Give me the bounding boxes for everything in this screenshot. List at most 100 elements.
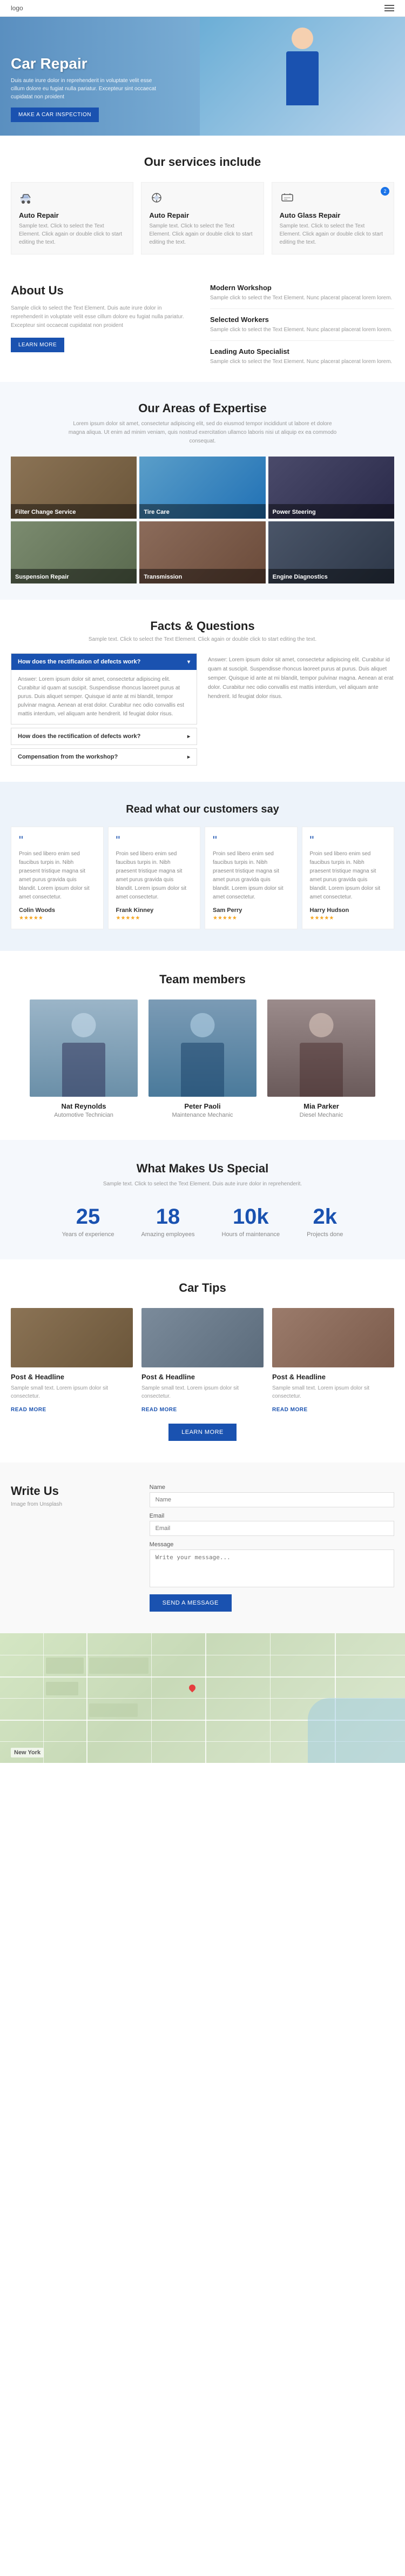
write-us-section: Write Us Image from Unsplash Name Email … bbox=[0, 1463, 405, 1633]
faq-answer-text-0: Answer: Lorem ipsum dolor sit amet, cons… bbox=[18, 675, 190, 719]
expertise-section: Our Areas of Expertise Lorem ipsum dolor… bbox=[0, 382, 405, 600]
team-name-0: Nat Reynolds bbox=[30, 1102, 138, 1110]
hero-cta-button[interactable]: MAKE A CAR INSPECTION bbox=[11, 108, 99, 122]
testimonial-author-1: Frank Kinney bbox=[116, 907, 193, 914]
tip-image-0 bbox=[11, 1308, 133, 1367]
expertise-card-5[interactable]: Engine Diagnostics bbox=[268, 521, 394, 583]
stat-number-2: 10k bbox=[222, 1205, 280, 1229]
testimonial-card-1: " Proin sed libero enim sed faucibus tur… bbox=[108, 827, 201, 929]
services-section: Our services include Auto Repair Sample … bbox=[0, 136, 405, 271]
write-subtitle: Image from Unsplash bbox=[11, 1501, 133, 1507]
faq-chevron-0: ▾ bbox=[187, 659, 190, 665]
tips-more-button[interactable]: LEARN MORE bbox=[168, 1424, 237, 1441]
tip-text-1: Sample small text. Lorem ipsum dolor sit… bbox=[141, 1384, 264, 1400]
write-right: Name Email Message SEND A MESSAGE bbox=[150, 1484, 394, 1612]
testimonial-stars-3: ★★★★★ bbox=[310, 915, 387, 921]
stat-number-1: 18 bbox=[141, 1205, 194, 1229]
tip-link-1[interactable]: READ MORE bbox=[141, 1407, 177, 1413]
team-role-1: Maintenance Mechanic bbox=[148, 1112, 256, 1118]
service-card-0: Auto Repair Sample text. Click to select… bbox=[11, 182, 133, 254]
faq-item-2: Compensation from the workshop? ▸ bbox=[11, 748, 197, 766]
quote-icon-0: " bbox=[19, 835, 96, 847]
faq-left: How does the rectification of defects wo… bbox=[11, 653, 197, 766]
about-item-0: Modern Workshop Sample click to select t… bbox=[210, 284, 394, 309]
about-item-text-0: Sample click to select the Text Element.… bbox=[210, 294, 394, 302]
faq-question-2: Compensation from the workshop? bbox=[18, 754, 118, 760]
map-section: New York bbox=[0, 1633, 405, 1763]
about-item-text-1: Sample click to select the Text Element.… bbox=[210, 326, 394, 334]
form-message-textarea[interactable] bbox=[150, 1549, 394, 1587]
form-email-input[interactable] bbox=[150, 1521, 394, 1536]
about-item-2: Leading Auto Specialist Sample click to … bbox=[210, 347, 394, 366]
expertise-grid: Filter Change Service Tire Care Power St… bbox=[11, 457, 394, 583]
service-icon-0 bbox=[19, 190, 125, 207]
expertise-card-1[interactable]: Tire Care bbox=[139, 457, 265, 519]
about-section: About Us Sample click to select the Text… bbox=[0, 271, 405, 382]
stat-label-3: Projects done bbox=[307, 1231, 343, 1238]
stat-label-1: Amazing employees bbox=[141, 1231, 194, 1238]
expertise-title: Our Areas of Expertise bbox=[11, 401, 394, 415]
tip-card-1: Post & Headline Sample small text. Lorem… bbox=[141, 1308, 264, 1413]
stat-label-0: Years of experience bbox=[62, 1231, 114, 1238]
about-left: About Us Sample click to select the Text… bbox=[11, 284, 195, 366]
testimonial-stars-2: ★★★★★ bbox=[213, 915, 289, 921]
form-message-field: Message bbox=[150, 1541, 394, 1589]
tips-section: Car Tips Post & Headline Sample small te… bbox=[0, 1259, 405, 1463]
expertise-label-0: Filter Change Service bbox=[15, 509, 76, 515]
about-title: About Us bbox=[11, 284, 195, 298]
faq-chevron-1: ▸ bbox=[187, 734, 190, 740]
team-name-1: Peter Paoli bbox=[148, 1102, 256, 1110]
facts-title: Facts & Questions bbox=[11, 619, 394, 633]
service-text-2: Sample text. Click to select the Text El… bbox=[280, 222, 386, 246]
faq-toggle-2[interactable]: Compensation from the workshop? ▸ bbox=[11, 749, 197, 765]
quote-icon-1: " bbox=[116, 835, 193, 847]
tip-image-1 bbox=[141, 1308, 264, 1367]
testimonial-card-0: " Proin sed libero enim sed faucibus tur… bbox=[11, 827, 104, 929]
form-submit-button[interactable]: SEND A MESSAGE bbox=[150, 1594, 232, 1612]
testimonial-text-2: Proin sed libero enim sed faucibus turpi… bbox=[213, 850, 289, 902]
faq-toggle-0[interactable]: How does the rectification of defects wo… bbox=[11, 654, 197, 670]
expertise-label-1: Tire Care bbox=[144, 509, 170, 515]
service-title-0: Auto Repair bbox=[19, 211, 125, 219]
form-name-input[interactable] bbox=[150, 1492, 394, 1507]
stat-item-3: 2k Projects done bbox=[307, 1205, 343, 1238]
tip-title-1: Post & Headline bbox=[141, 1373, 264, 1381]
about-learn-more-button[interactable]: LEARN MORE bbox=[11, 338, 64, 352]
faq-question-0: How does the rectification of defects wo… bbox=[18, 659, 140, 665]
tip-link-2[interactable]: READ MORE bbox=[272, 1407, 308, 1413]
expertise-card-3[interactable]: Suspension Repair bbox=[11, 521, 137, 583]
expertise-card-0[interactable]: Filter Change Service bbox=[11, 457, 137, 519]
service-icon-1 bbox=[149, 190, 255, 207]
team-title: Team members bbox=[11, 972, 394, 987]
tip-card-2: Post & Headline Sample small text. Lorem… bbox=[272, 1308, 394, 1413]
service-badge: 2 bbox=[381, 187, 389, 196]
form-email-label: Email bbox=[150, 1513, 394, 1519]
team-photo-1 bbox=[148, 999, 256, 1097]
expertise-card-2[interactable]: Power Steering bbox=[268, 457, 394, 519]
tip-link-0[interactable]: READ MORE bbox=[11, 1407, 46, 1413]
services-grid: Auto Repair Sample text. Click to select… bbox=[11, 182, 394, 254]
faq-right: Answer: Lorem ipsum dolor sit amet, cons… bbox=[208, 653, 394, 766]
quote-icon-2: " bbox=[213, 835, 289, 847]
tip-text-2: Sample small text. Lorem ipsum dolor sit… bbox=[272, 1384, 394, 1400]
stat-item-1: 18 Amazing employees bbox=[141, 1205, 194, 1238]
expertise-card-4[interactable]: Transmission bbox=[139, 521, 265, 583]
team-photo-0 bbox=[30, 999, 138, 1097]
testimonial-author-2: Sam Perry bbox=[213, 907, 289, 914]
expertise-intro: Lorem ipsum dolor sit amet, consectetur … bbox=[68, 420, 338, 446]
menu-button[interactable] bbox=[384, 5, 394, 11]
tips-title: Car Tips bbox=[11, 1281, 394, 1295]
stat-item-2: 10k Hours of maintenance bbox=[222, 1205, 280, 1238]
faq-item-1: How does the rectification of defects wo… bbox=[11, 728, 197, 745]
tip-card-0: Post & Headline Sample small text. Lorem… bbox=[11, 1308, 133, 1413]
faq-toggle-1[interactable]: How does the rectification of defects wo… bbox=[11, 728, 197, 744]
testimonial-text-0: Proin sed libero enim sed faucibus turpi… bbox=[19, 850, 96, 902]
write-title: Write Us bbox=[11, 1484, 133, 1498]
stats-grid: 25 Years of experience 18 Amazing employ… bbox=[11, 1205, 394, 1238]
team-card-1: Peter Paoli Maintenance Mechanic bbox=[148, 999, 256, 1118]
logo: logo bbox=[11, 4, 23, 12]
special-section: What Makes Us Special Sample text. Click… bbox=[0, 1140, 405, 1259]
hero-section: Car Repair Duis aute irure dolor in repr… bbox=[0, 17, 405, 136]
service-card-2: 2 Auto Glass Repair Sample text. Click t… bbox=[272, 182, 394, 254]
team-card-2: Mia Parker Diesel Mechanic bbox=[267, 999, 375, 1118]
